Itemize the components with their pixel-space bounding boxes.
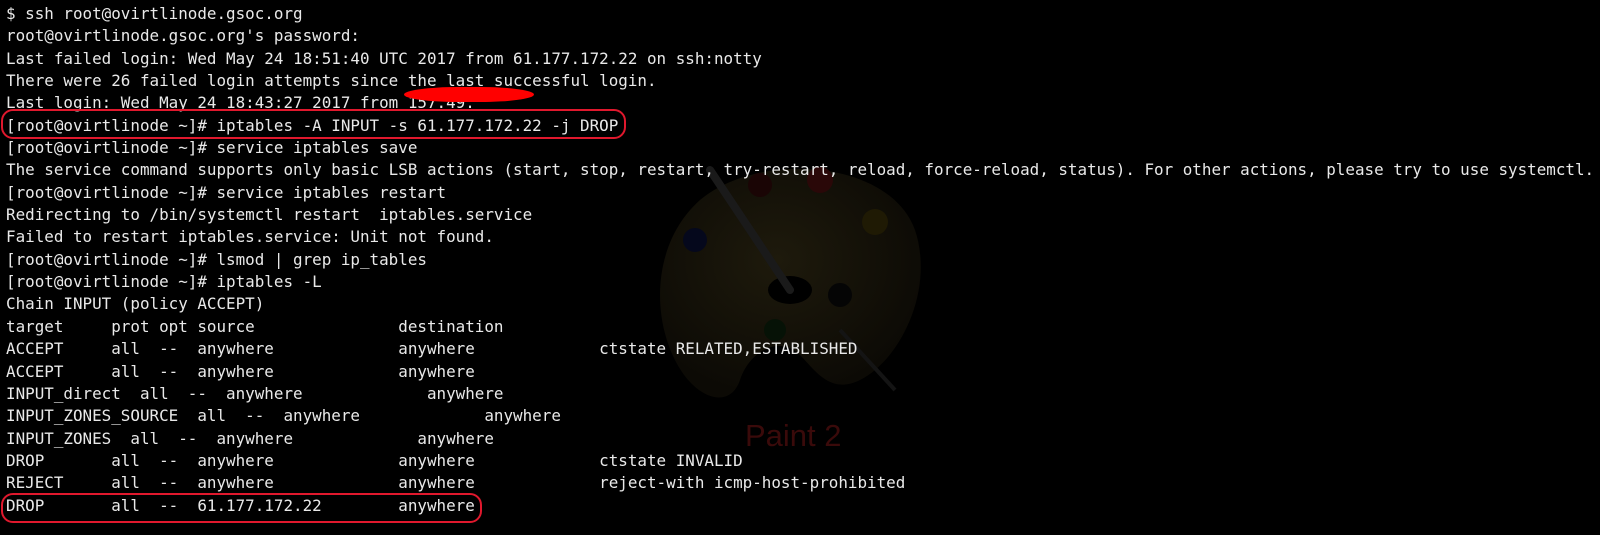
terminal-line: REJECT all -- anywhere anywhere reject-w… [6, 473, 906, 493]
terminal-line: Redirecting to /bin/systemctl restart ip… [6, 205, 533, 225]
terminal-line: DROP all -- anywhere anywhere ctstate IN… [6, 450, 743, 470]
terminal-line: [root@ovirtlinode ~]# service iptables r… [6, 182, 447, 202]
terminal-window[interactable]: Paint 2 $ ssh root@ovirtlinode.gsoc.org … [0, 0, 1600, 535]
terminal-line: ACCEPT all -- anywhere anywhere [6, 361, 475, 381]
terminal-line: The service command supports only basic … [6, 160, 1595, 180]
terminal-line: There were 26 failed login attempts sinc… [6, 71, 657, 91]
terminal-line: Last login: Wed May 24 18:43:27 2017 fro… [6, 93, 523, 113]
terminal-line: [root@ovirtlinode ~]# lsmod | grep ip_ta… [6, 249, 427, 269]
terminal-line: [root@ovirtlinode ~]# iptables -A INPUT … [6, 115, 619, 135]
terminal-line: DROP all -- 61.177.172.22 anywhere [6, 495, 475, 515]
terminal-line: [root@ovirtlinode ~]# service iptables s… [6, 138, 418, 158]
terminal-line: INPUT_ZONES all -- anywhere anywhere [6, 428, 494, 448]
terminal-line: Last failed login: Wed May 24 18:51:40 U… [6, 48, 762, 68]
terminal-output: $ ssh root@ovirtlinode.gsoc.org root@ovi… [6, 3, 1594, 517]
terminal-line: root@ovirtlinode.gsoc.org's password: [6, 26, 360, 46]
terminal-line: INPUT_ZONES_SOURCE all -- anywhere anywh… [6, 406, 561, 426]
redaction-mark [404, 87, 534, 102]
terminal-line: Chain INPUT (policy ACCEPT) [6, 294, 265, 314]
terminal-line: [root@ovirtlinode ~]# iptables -L [6, 272, 322, 292]
terminal-line: target prot opt source destination [6, 316, 504, 336]
terminal-line: Failed to restart iptables.service: Unit… [6, 227, 494, 247]
terminal-line: INPUT_direct all -- anywhere anywhere [6, 383, 504, 403]
terminal-line: $ ssh root@ovirtlinode.gsoc.org [6, 4, 303, 23]
terminal-line: ACCEPT all -- anywhere anywhere ctstate … [6, 339, 858, 359]
